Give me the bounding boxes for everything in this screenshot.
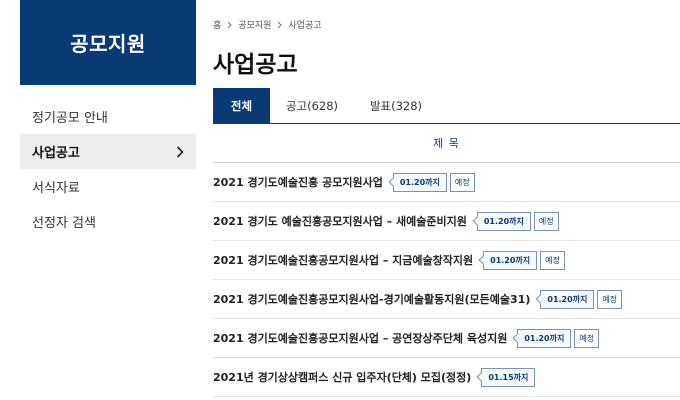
- notice-title[interactable]: 2021 경기도예술진흥 공모지원사업: [213, 174, 383, 190]
- notice-title[interactable]: 2021년 경기상상캠퍼스 신규 입주자(단체) 모집(정정): [213, 369, 471, 385]
- page-title: 사업공고: [213, 52, 298, 78]
- status-badge: 예정: [574, 328, 600, 348]
- sidebar-item-label: 정기공모 안내: [32, 111, 108, 126]
- chevron-right-icon: [227, 21, 232, 29]
- sidebar-menu: 정기공모 안내 사업공고 서식자료 선정자 검색: [20, 99, 196, 239]
- breadcrumb: 홈 공모지원 사업공고: [213, 18, 322, 31]
- notice-title[interactable]: 2021 경기도예술진흥공모지원사업 – 지금예술창작지원: [213, 252, 473, 268]
- tab-results[interactable]: 발표(328): [354, 88, 438, 123]
- sidebar-item-label: 선정자 검색: [32, 216, 96, 231]
- sidebar-title: 공모지원: [70, 32, 146, 56]
- status-badge: 예정: [449, 172, 475, 192]
- list-item[interactable]: 2021 경기도예술진흥공모지원사업 – 공연장상주단체 육성지원 01.20까…: [213, 319, 680, 358]
- notice-list: 2021 경기도예술진흥 공모지원사업 01.20까지 예정 2021 경기도 …: [213, 163, 680, 397]
- sidebar-item-label: 서식자료: [32, 181, 80, 196]
- breadcrumb-home[interactable]: 홈: [213, 18, 221, 31]
- sidebar-item-label: 사업공고: [32, 146, 80, 161]
- deadline-badge: 01.15까지: [481, 367, 536, 387]
- sidebar-item-forms[interactable]: 서식자료: [20, 169, 196, 204]
- status-badge: 예정: [597, 289, 623, 309]
- notice-title[interactable]: 2021 경기도예술진흥공모지원사업 – 공연장상주단체 육성지원: [213, 330, 507, 346]
- deadline-badge: 01.20까지: [392, 172, 447, 192]
- sidebar: 공모지원 정기공모 안내 사업공고 서식자료 선정자 검색: [20, 0, 196, 400]
- list-item[interactable]: 2021년 경기상상캠퍼스 신규 입주자(단체) 모집(정정) 01.15까지: [213, 358, 680, 397]
- status-badge: 예정: [533, 211, 559, 231]
- main-content: 홈 공모지원 사업공고 사업공고 전체 공고(628) 발표(328) 제 목 …: [213, 0, 680, 400]
- breadcrumb-contest-support[interactable]: 공모지원: [238, 18, 271, 31]
- tab-all[interactable]: 전체: [213, 88, 270, 123]
- tab-bar: 전체 공고(628) 발표(328): [213, 88, 680, 124]
- list-item[interactable]: 2021 경기도예술진흥 공모지원사업 01.20까지 예정: [213, 163, 680, 202]
- deadline-badge: 01.20까지: [483, 250, 538, 270]
- list-item[interactable]: 2021 경기도 예술진흥공모지원사업 – 새예술준비지원 01.20까지 예정: [213, 202, 680, 241]
- sidebar-item-regular-contest-info[interactable]: 정기공모 안내: [20, 99, 196, 134]
- notice-title[interactable]: 2021 경기도 예술진흥공모지원사업 – 새예술준비지원: [213, 213, 467, 229]
- list-item[interactable]: 2021 경기도예술진흥공모지원사업-경기예술활동지원(모든예술31) 01.2…: [213, 280, 680, 319]
- chevron-right-icon: [277, 21, 283, 29]
- status-badge: 예정: [540, 250, 565, 270]
- sidebar-item-selectee-search[interactable]: 선정자 검색: [20, 204, 196, 239]
- sidebar-item-business-notice[interactable]: 사업공고: [20, 134, 196, 169]
- deadline-badge: 01.20까지: [540, 289, 595, 309]
- deadline-badge: 01.20까지: [476, 211, 531, 231]
- column-header-title: 제 목: [213, 124, 680, 163]
- tab-announcements[interactable]: 공고(628): [270, 88, 354, 123]
- sidebar-header: 공모지원: [20, 0, 196, 85]
- notice-title[interactable]: 2021 경기도예술진흥공모지원사업-경기예술활동지원(모든예술31): [213, 291, 530, 307]
- chevron-right-icon: [176, 145, 184, 158]
- breadcrumb-current: 사업공고: [288, 21, 322, 31]
- list-item[interactable]: 2021 경기도예술진흥공모지원사업 – 지금예술창작지원 01.20까지 예정: [213, 241, 680, 280]
- deadline-badge: 01.20까지: [517, 328, 572, 348]
